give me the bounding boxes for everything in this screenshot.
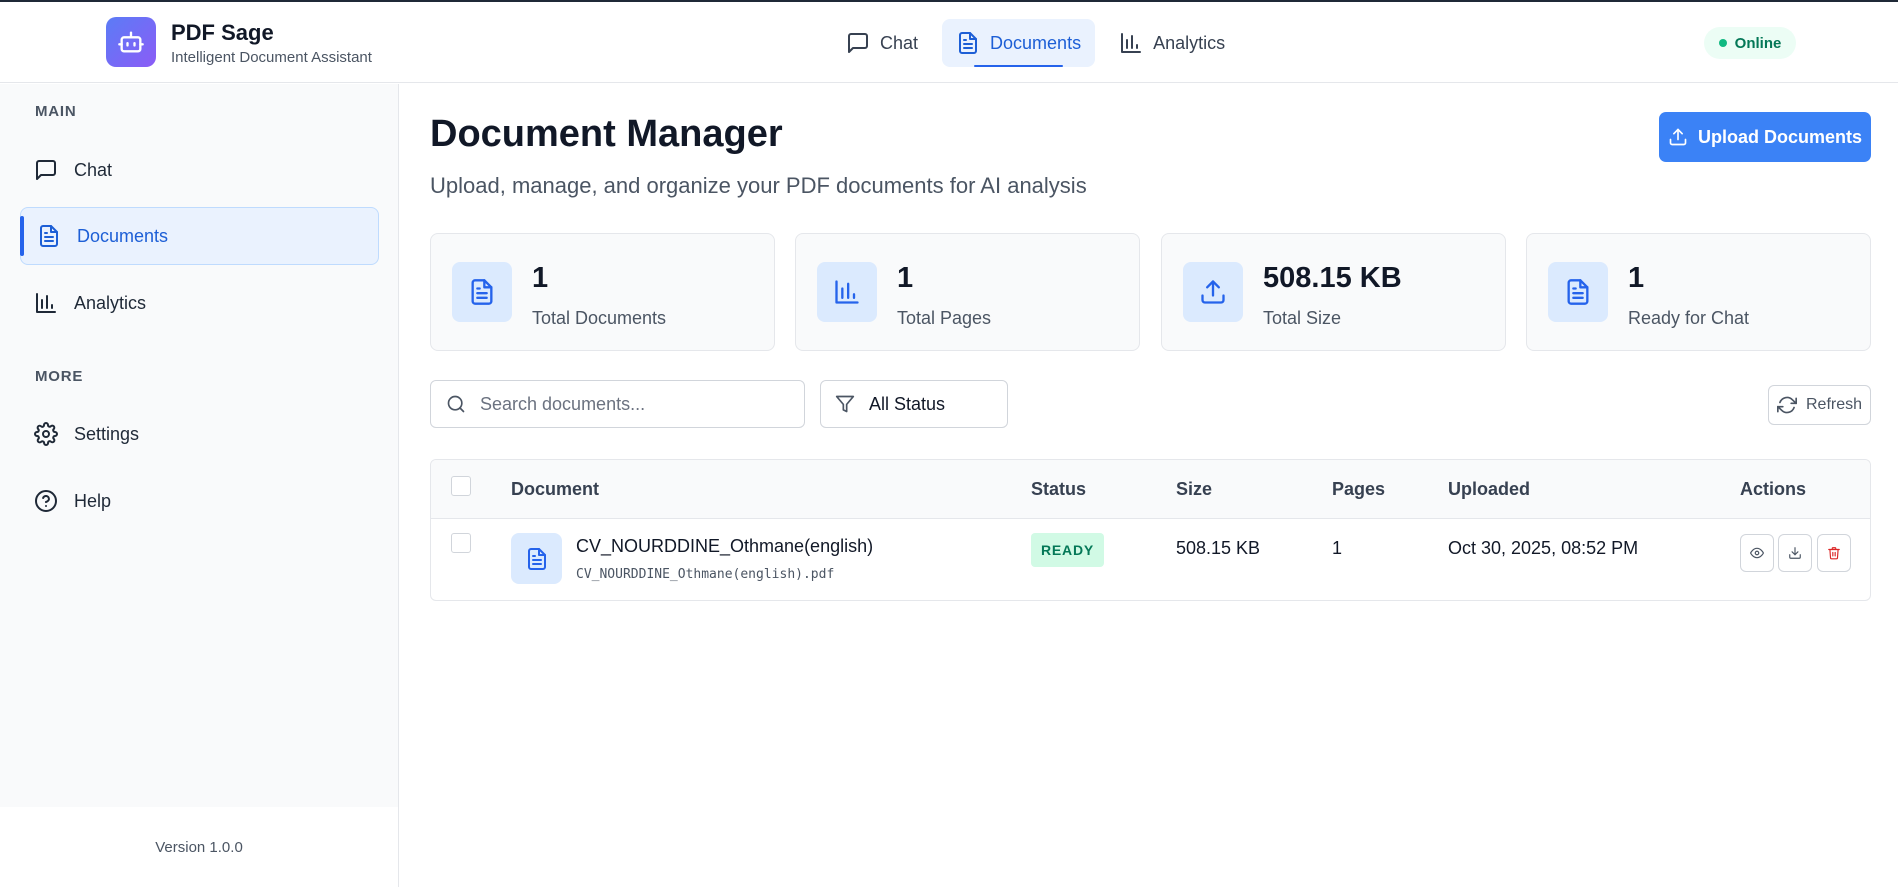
document-uploaded-date: Oct 30, 2025, 08:52 PM	[1448, 538, 1639, 558]
gear-icon	[34, 422, 58, 446]
sidebar-item-label: Chat	[74, 159, 113, 180]
upload-icon	[1669, 128, 1687, 146]
sidebar-item-help[interactable]: Help	[20, 472, 379, 530]
download-document-button[interactable]	[1778, 534, 1812, 572]
status-badge: READY	[1031, 533, 1105, 567]
app-header: PDF Sage Intelligent Document Assistant …	[0, 2, 1898, 83]
view-document-button[interactable]	[1740, 534, 1774, 572]
stat-value: 508.15 KB	[1263, 262, 1402, 294]
stat-label: Total Pages	[897, 308, 992, 328]
column-header-actions: Actions	[1740, 479, 1807, 499]
status-dot-icon	[1718, 39, 1727, 47]
topnav-analytics[interactable]: Analytics	[1105, 19, 1239, 67]
app-name: PDF Sage	[171, 20, 274, 45]
filter-icon	[835, 395, 855, 413]
stat-value: 1	[1628, 262, 1645, 294]
stat-value: 1	[532, 262, 549, 294]
column-header-size[interactable]: Size	[1176, 479, 1212, 500]
document-size: 508.15 KB	[1176, 538, 1261, 558]
table-header: Document Status Size Pages Uploaded Acti…	[431, 460, 1870, 519]
upload-documents-label: Upload Documents	[1697, 126, 1862, 147]
sidebar: MAIN Chat Documents Analytics MORE Setti…	[0, 84, 399, 807]
top-navigation: Chat Documents Analytics	[832, 19, 1239, 67]
message-square-icon	[36, 160, 56, 180]
sidebar-item-analytics[interactable]: Analytics	[20, 274, 379, 332]
stat-card-total-pages: 1 Total Pages	[795, 233, 1140, 351]
connection-status-label: Online	[1734, 34, 1782, 52]
stat-icon-container	[1183, 262, 1243, 322]
sidebar-item-settings[interactable]: Settings	[20, 405, 379, 463]
documents-table: Document Status Size Pages Uploaded Acti…	[430, 459, 1871, 601]
row-checkbox[interactable]	[451, 533, 471, 553]
refresh-label: Refresh	[1805, 396, 1863, 413]
stat-card-ready-for-chat: 1 Ready for Chat	[1526, 233, 1871, 351]
file-text-icon	[1567, 279, 1589, 305]
sidebar-item-label: Help	[74, 490, 112, 511]
stat-icon-container	[452, 262, 512, 322]
robot-icon	[118, 31, 144, 53]
sidebar-item-label: Documents	[77, 225, 169, 246]
sidebar-section-more: MORE	[35, 368, 84, 385]
file-text-icon	[959, 32, 978, 54]
stat-label: Ready for Chat	[1628, 308, 1750, 328]
column-header-status[interactable]: Status	[1031, 479, 1086, 500]
topnav-documents[interactable]: Documents	[942, 19, 1096, 67]
connection-status-badge: Online	[1704, 27, 1796, 59]
stat-card-total-documents: 1 Total Documents	[430, 233, 775, 351]
column-header-uploaded[interactable]: Uploaded	[1448, 479, 1530, 500]
sidebar-item-chat[interactable]: Chat	[20, 141, 379, 199]
topnav-documents-label: Documents	[990, 32, 1082, 53]
file-text-icon	[471, 279, 493, 305]
refresh-button[interactable]: Refresh	[1768, 385, 1871, 425]
topnav-analytics-label: Analytics	[1153, 32, 1226, 53]
upload-icon	[1201, 280, 1225, 304]
upload-documents-button[interactable]: Upload Documents	[1659, 112, 1871, 162]
document-thumbnail	[511, 533, 562, 584]
trash-icon	[1828, 547, 1840, 560]
eye-icon	[1750, 547, 1764, 559]
message-square-icon	[848, 33, 868, 53]
stat-value: 1	[897, 262, 914, 294]
stat-icon-container	[1548, 262, 1608, 322]
topnav-chat-label: Chat	[880, 32, 919, 53]
sidebar-section-main: MAIN	[35, 103, 77, 120]
search-field[interactable]	[430, 380, 805, 428]
status-filter-select[interactable]: All Status	[820, 380, 1008, 428]
file-text-icon	[527, 547, 546, 570]
delete-document-button[interactable]	[1817, 534, 1851, 572]
file-text-icon	[40, 225, 58, 247]
sidebar-item-documents[interactable]: Documents	[20, 207, 379, 265]
page-subtitle: Upload, manage, and organize your PDF do…	[430, 173, 1087, 198]
app-tagline: Intelligent Document Assistant	[171, 49, 372, 66]
stat-label: Total Size	[1263, 308, 1342, 328]
document-pages: 1	[1332, 538, 1343, 558]
download-icon	[1789, 547, 1801, 559]
search-input[interactable]	[480, 393, 780, 415]
document-filename: CV_NOURDDINE_Othmane(english).pdf	[576, 567, 835, 582]
column-header-document[interactable]: Document	[511, 479, 599, 500]
stat-icon-container	[817, 262, 877, 322]
topnav-chat[interactable]: Chat	[832, 19, 932, 67]
select-all-checkbox[interactable]	[451, 476, 471, 496]
page-title: Document Manager	[430, 113, 783, 155]
document-name[interactable]: CV_NOURDDINE_Othmane(english)	[576, 536, 873, 557]
sidebar-footer: Version 1.0.0	[0, 807, 399, 887]
bar-chart-icon	[1121, 33, 1142, 53]
stat-label: Total Documents	[532, 308, 667, 328]
bar-chart-icon	[835, 280, 859, 304]
stat-card-total-size: 508.15 KB Total Size	[1161, 233, 1506, 351]
search-icon	[447, 395, 465, 413]
bar-chart-icon	[36, 293, 56, 313]
sidebar-item-label: Analytics	[74, 292, 147, 313]
status-filter-value: All Status	[869, 393, 946, 414]
sidebar-item-label: Settings	[74, 423, 140, 444]
column-header-pages[interactable]: Pages	[1332, 479, 1385, 500]
logo[interactable]	[106, 17, 156, 67]
version-label: Version 1.0.0	[155, 838, 243, 856]
refresh-icon	[1776, 396, 1797, 414]
help-circle-icon	[35, 490, 57, 512]
